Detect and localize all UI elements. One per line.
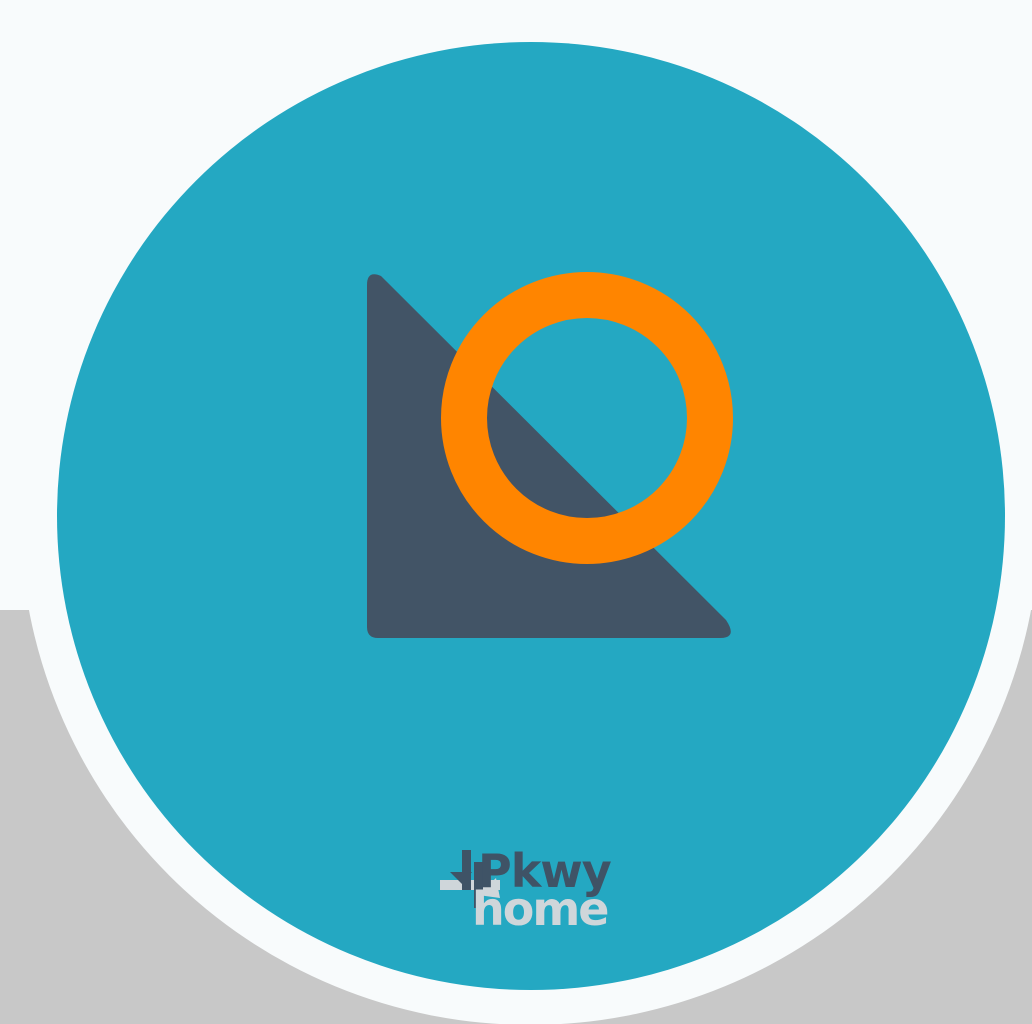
brand-wordmark: Pkwy home (472, 848, 612, 932)
brand-name-line2: home (472, 882, 609, 936)
